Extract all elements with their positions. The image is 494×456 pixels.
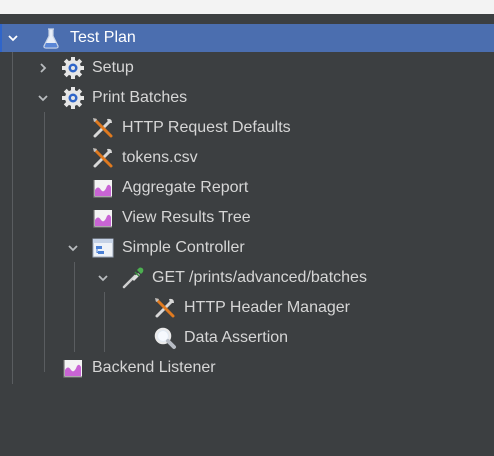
chart-icon: [90, 205, 116, 231]
chart-icon: [60, 355, 86, 381]
tree-node-setup[interactable]: Setup: [0, 54, 494, 82]
tree-node-label: View Results Tree: [122, 209, 251, 226]
test-plan-tree[interactable]: Test Plan Setup Print Batches HTTP Reque…: [0, 14, 494, 456]
wrench-icon: [152, 295, 178, 321]
tree-node-test-plan[interactable]: Test Plan: [0, 24, 494, 52]
chevron-down-icon[interactable]: [34, 89, 52, 107]
magnifier-icon: [152, 325, 178, 351]
chevron-down-icon[interactable]: [94, 269, 112, 287]
tree-node-label: Setup: [92, 59, 134, 76]
tree-node-http-request-defaults[interactable]: HTTP Request Defaults: [0, 114, 494, 142]
tree-node-tokens-csv[interactable]: tokens.csv: [0, 144, 494, 172]
tree-node-label: Backend Listener: [92, 359, 216, 376]
chevron-down-icon[interactable]: [64, 239, 82, 257]
chevron-down-icon[interactable]: [4, 29, 22, 47]
controller-icon: [90, 235, 116, 261]
tree-node-label: Print Batches: [92, 89, 188, 106]
tree-node-aggregate-report[interactable]: Aggregate Report: [0, 174, 494, 202]
tree-node-backend-listener[interactable]: Backend Listener: [0, 354, 494, 382]
chevron-right-icon[interactable]: [34, 59, 52, 77]
tree-node-label: Test Plan: [70, 29, 136, 46]
tree-node-http-header-manager[interactable]: HTTP Header Manager: [0, 294, 494, 322]
tree-node-get-request[interactable]: GET /prints/advanced/batches: [0, 264, 494, 292]
gear-icon: [60, 55, 86, 81]
tree-node-label: HTTP Request Defaults: [122, 119, 291, 136]
flask-icon: [38, 25, 64, 51]
tree-node-data-assertion[interactable]: Data Assertion: [0, 324, 494, 352]
tree-node-label: Aggregate Report: [122, 179, 249, 196]
tree-node-view-results-tree[interactable]: View Results Tree: [0, 204, 494, 232]
wrench-icon: [90, 115, 116, 141]
chart-icon: [90, 175, 116, 201]
tree-node-label: Data Assertion: [184, 329, 289, 346]
tree-node-simple-controller[interactable]: Simple Controller: [0, 234, 494, 262]
wrench-icon: [90, 145, 116, 171]
tree-node-label: Simple Controller: [122, 239, 245, 256]
pipette-icon: [120, 265, 146, 291]
tree-node-label: tokens.csv: [122, 149, 198, 166]
tree-node-label: GET /prints/advanced/batches: [152, 269, 367, 286]
gear-icon: [60, 85, 86, 111]
tree-node-print-batches[interactable]: Print Batches: [0, 84, 494, 112]
tree-node-label: HTTP Header Manager: [184, 299, 350, 316]
